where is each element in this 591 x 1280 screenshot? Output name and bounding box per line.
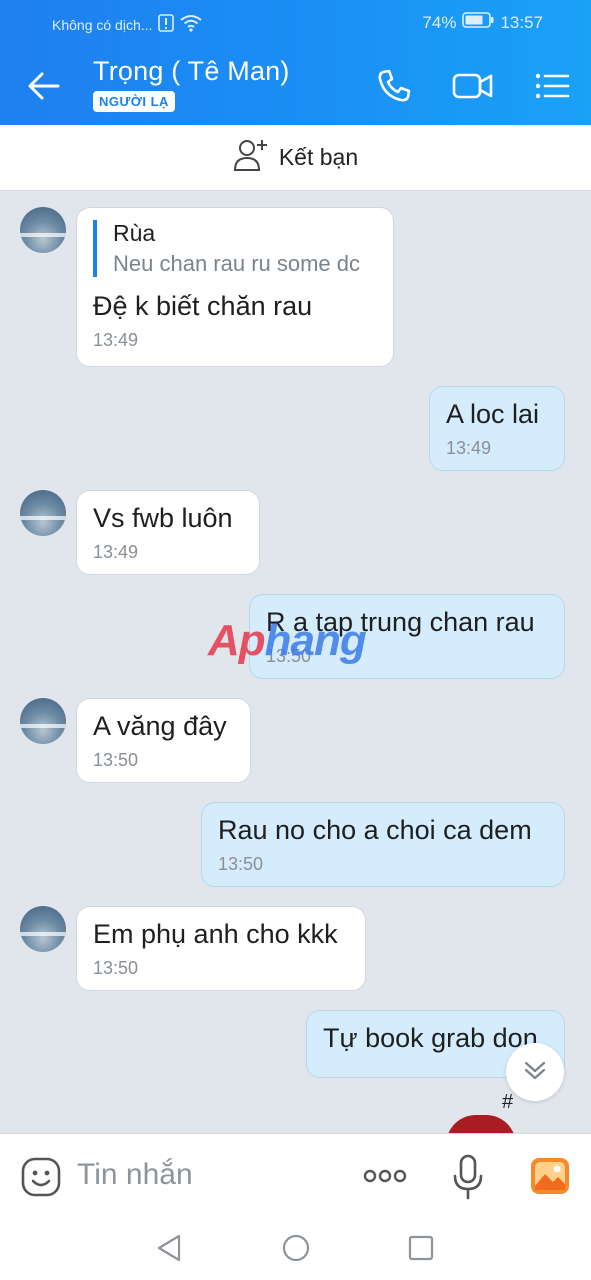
sticker-hash: #	[502, 1091, 514, 1113]
nav-home-icon[interactable]	[281, 1233, 311, 1268]
message-text: Tự book grab don	[323, 1023, 538, 1053]
message-time: 13:49	[93, 330, 139, 350]
clock: 13:57	[500, 12, 543, 32]
message-text: Rau no cho a choi ca dem	[218, 815, 532, 845]
quote-author: Rùa	[113, 220, 156, 246]
chevron-double-down-icon	[522, 1058, 548, 1087]
message-text: Vs fwb luôn	[93, 503, 233, 533]
nav-back-icon[interactable]	[155, 1233, 183, 1268]
message-bubble-in[interactable]: A văng đây 13:50	[76, 698, 251, 783]
message-bubble-in[interactable]: Vs fwb luôn 13:49	[76, 490, 260, 575]
battery-icon	[462, 12, 494, 33]
add-friend-icon	[233, 138, 269, 177]
scroll-to-bottom-button[interactable]	[506, 1043, 564, 1101]
message-list[interactable]: Rùa Neu chan rau ru some dc Đệ k biết ch…	[0, 191, 591, 1133]
battery-percent: 74%	[422, 12, 457, 32]
contact-avatar[interactable]	[20, 207, 66, 253]
message-bubble-in[interactable]: Rùa Neu chan rau ru some dc Đệ k biết ch…	[76, 207, 394, 367]
contact-avatar[interactable]	[20, 490, 66, 536]
chat-header: Trọng ( Tê Man) NGƯỜI LẠ	[0, 46, 591, 125]
message-input-bar: Tin nhắn	[0, 1133, 591, 1219]
message-bubble-in[interactable]: Em phụ anh cho kkk 13:50	[76, 906, 366, 991]
more-icon[interactable]	[362, 1167, 408, 1190]
phone-icon[interactable]	[374, 66, 414, 106]
message-text: A loc lai	[446, 399, 540, 429]
back-arrow-icon[interactable]	[26, 68, 62, 104]
contact-name[interactable]: Trọng ( Tê Man)	[93, 56, 290, 87]
contact-avatar[interactable]	[20, 906, 66, 952]
message-bubble-out[interactable]: A loc lai 13:49	[429, 386, 565, 471]
watermark-logo: Aphang	[208, 616, 367, 665]
message-time: 13:49	[446, 438, 492, 458]
quoted-message[interactable]: Rùa Neu chan rau ru some dc	[93, 220, 377, 277]
system-nav-bar	[0, 1219, 591, 1280]
image-icon[interactable]	[529, 1156, 571, 1201]
add-friend-bar[interactable]: Kết bạn	[0, 125, 591, 191]
message-bubble-out[interactable]: Rau no cho a choi ca dem 13:50	[201, 802, 565, 887]
microphone-icon[interactable]	[452, 1154, 484, 1205]
alert-icon	[158, 14, 175, 35]
quote-text: Neu chan rau ru some dc	[113, 251, 361, 276]
message-time: 13:50	[93, 750, 139, 770]
wifi-icon	[180, 14, 203, 35]
message-text: A văng đây	[93, 711, 227, 741]
network-status: Không có dịch...	[52, 16, 153, 33]
message-time: 13:50	[218, 854, 264, 874]
status-bar: Không có dịch... 74% 13:57	[0, 0, 591, 46]
nav-recent-icon[interactable]	[407, 1233, 435, 1268]
menu-list-icon[interactable]	[532, 66, 572, 106]
contact-avatar[interactable]	[20, 698, 66, 744]
sticker-image[interactable]	[446, 1115, 516, 1133]
message-text: Đệ k biết chăn rau	[93, 291, 313, 321]
message-time: 13:50	[93, 958, 139, 978]
message-time: 13:49	[93, 542, 139, 562]
message-text: Em phụ anh cho kkk	[93, 919, 338, 949]
top-area: Không có dịch... 74% 13:57 Trọng ( Tê Ma…	[0, 0, 591, 125]
add-friend-label: Kết bạn	[278, 144, 359, 170]
sticker-icon[interactable]	[20, 1156, 62, 1203]
video-call-icon[interactable]	[452, 66, 493, 106]
stranger-badge: NGƯỜI LẠ	[93, 91, 175, 112]
message-input[interactable]: Tin nhắn	[77, 1158, 193, 1192]
